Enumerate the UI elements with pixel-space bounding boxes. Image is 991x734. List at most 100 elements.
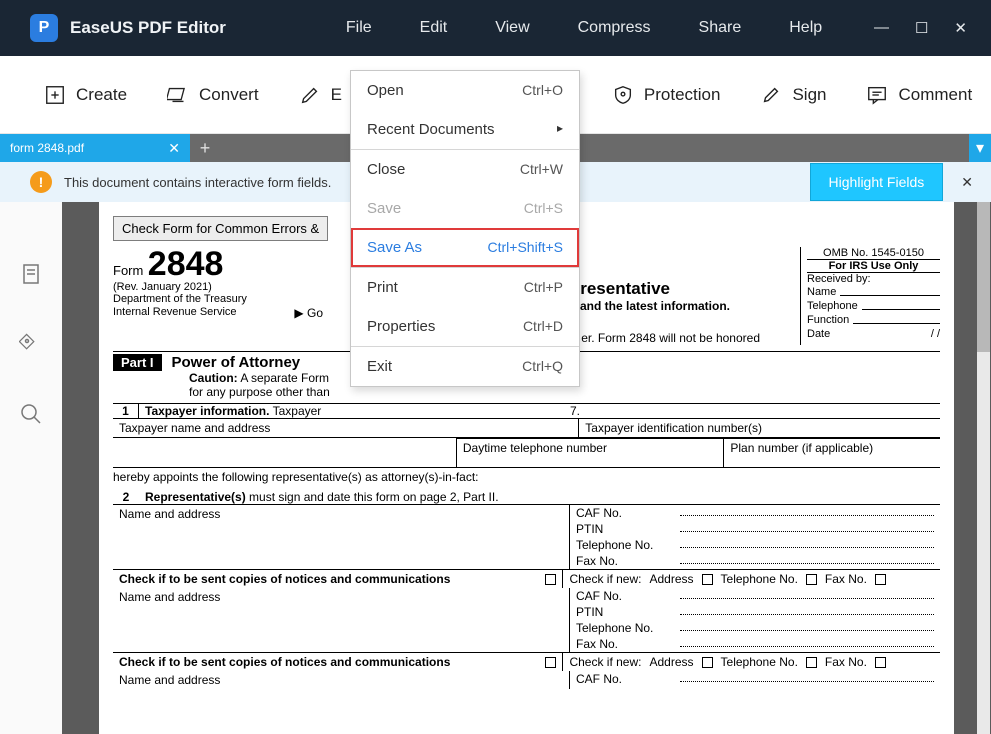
rep1-ptin-field[interactable] (680, 522, 934, 532)
sign-button[interactable]: Sign (760, 84, 826, 106)
new-tab-button[interactable]: + (190, 134, 220, 162)
addr-checkbox-1[interactable] (702, 574, 713, 585)
row2-bold: Representative(s) (145, 490, 246, 504)
menu-properties[interactable]: PropertiesCtrl+D (351, 307, 579, 346)
menu-save-label: Save (367, 200, 401, 217)
fax-checkbox-1[interactable] (875, 574, 886, 585)
menu-recent-label: Recent Documents (367, 121, 495, 138)
menu-print[interactable]: PrintCtrl+P (351, 268, 579, 307)
caution-bold: Caution: (189, 371, 238, 385)
row1-text: Taxpayer (269, 404, 321, 418)
menu-close[interactable]: Close Ctrl+W (351, 150, 579, 189)
side-panel (0, 202, 62, 734)
tel-checkbox-1[interactable] (806, 574, 817, 585)
menu-open-shortcut: Ctrl+O (522, 82, 563, 99)
menu-close-label: Close (367, 161, 405, 178)
app-title: EaseUS PDF Editor (70, 18, 226, 38)
sign-label: Sign (792, 85, 826, 105)
vertical-scrollbar[interactable] (977, 202, 990, 734)
menu-save[interactable]: SaveCtrl+S (351, 189, 579, 228)
edit-button[interactable]: E (299, 84, 342, 106)
menu-save-as[interactable]: Save As Ctrl+Shift+S (351, 228, 579, 267)
row1-bold: Taxpayer information. (145, 404, 269, 418)
maximize-button[interactable]: ☐ (915, 19, 928, 37)
rep3-caf-label: CAF No. (576, 672, 676, 686)
fax-checkbox-2[interactable] (875, 657, 886, 668)
rep3-caf-field[interactable] (680, 672, 934, 682)
irs-date-sep[interactable]: / / (830, 328, 940, 340)
irs-tel-label: Telephone (807, 300, 858, 312)
tab-dropdown-button[interactable]: ▾ (969, 134, 991, 162)
rep2-ptin-label: PTIN (576, 605, 676, 619)
menu-print-label: Print (367, 279, 398, 296)
menu-recent[interactable]: Recent Documents ▸ (351, 110, 579, 149)
subtitle-suffix: resentative (580, 279, 670, 298)
check-errors-field[interactable]: Check Form for Common Errors & (113, 216, 328, 241)
copies-checkbox-1[interactable] (545, 574, 556, 585)
protection-button[interactable]: Protection (612, 84, 721, 106)
taxpayer-name-addr-field[interactable] (113, 438, 456, 467)
part1-badge: Part I (113, 354, 162, 371)
rep1-ptin-label: PTIN (576, 522, 676, 536)
tag-icon[interactable] (19, 332, 43, 356)
fax-label-1: Fax No. (825, 572, 867, 586)
irs-use-only: For IRS Use Only (807, 259, 940, 273)
rep1-fax-field[interactable] (680, 554, 934, 564)
part1-title: Power of Attorney (172, 354, 301, 371)
form-word: Form (113, 263, 143, 278)
highlight-fields-button[interactable]: Highlight Fields (810, 163, 944, 201)
rep1-caf-label: CAF No. (576, 506, 676, 520)
irs-name-label: Name (807, 286, 836, 298)
irs-func-field[interactable] (853, 314, 940, 324)
rep2-caf-field[interactable] (680, 589, 934, 599)
row2-num: 2 (113, 490, 139, 504)
comment-button[interactable]: Comment (866, 84, 972, 106)
menu-file[interactable]: File (346, 19, 372, 37)
menubar: File Edit View Compress Share Help (346, 19, 822, 37)
menu-saveas-shortcut: Ctrl+Shift+S (488, 239, 563, 256)
protection-label: Protection (644, 85, 721, 105)
copies-checkbox-2[interactable] (545, 657, 556, 668)
menu-share[interactable]: Share (699, 19, 742, 37)
rep2-fax-label: Fax No. (576, 637, 676, 651)
irs-name-field[interactable] (840, 286, 940, 296)
minimize-button[interactable]: — (874, 19, 889, 37)
app-logo: P (30, 14, 58, 42)
search-icon[interactable] (19, 402, 43, 426)
irs-use-box: OMB No. 1545-0150 For IRS Use Only Recei… (800, 247, 940, 345)
tab-filename: form 2848.pdf (10, 141, 84, 155)
omb-number: OMB No. 1545-0150 (807, 247, 940, 259)
menu-open[interactable]: OpenCtrl+O (351, 71, 579, 110)
rep1-caf-field[interactable] (680, 506, 934, 516)
menu-compress[interactable]: Compress (578, 19, 651, 37)
scrollbar-thumb[interactable] (977, 202, 990, 352)
menu-view[interactable]: View (495, 19, 529, 37)
latest-info: and the latest information. (580, 299, 730, 313)
close-window-button[interactable]: ✕ (954, 19, 967, 37)
menu-properties-shortcut: Ctrl+D (523, 318, 563, 335)
form-number: 2848 (148, 247, 224, 281)
tab-close-button[interactable]: ✕ (168, 140, 180, 157)
menu-close-shortcut: Ctrl+W (520, 161, 563, 178)
addr-checkbox-2[interactable] (702, 657, 713, 668)
create-button[interactable]: Create (44, 84, 127, 106)
file-menu-dropdown: OpenCtrl+O Recent Documents ▸ Close Ctrl+W… (350, 70, 580, 387)
tel-label-1: Telephone No. (721, 572, 798, 586)
menu-exit[interactable]: ExitCtrl+Q (351, 347, 579, 386)
irs-tel-field[interactable] (862, 300, 940, 310)
menu-help[interactable]: Help (789, 19, 822, 37)
convert-button[interactable]: Convert (167, 84, 259, 106)
page-thumbnails-icon[interactable] (19, 262, 43, 286)
menu-saveas-label: Save As (367, 239, 422, 256)
rep1-tel-field[interactable] (680, 538, 934, 548)
document-tab[interactable]: form 2848.pdf ✕ (0, 134, 190, 162)
rep2-tel-field[interactable] (680, 621, 934, 631)
rep2-fax-field[interactable] (680, 637, 934, 647)
infobar-close-button[interactable]: ✕ (943, 174, 991, 191)
tel-checkbox-2[interactable] (806, 657, 817, 668)
submenu-arrow-icon: ▸ (557, 121, 563, 138)
pencil-icon (299, 84, 321, 106)
menu-edit[interactable]: Edit (420, 19, 448, 37)
edit-label: E (331, 85, 342, 105)
rep2-ptin-field[interactable] (680, 605, 934, 615)
